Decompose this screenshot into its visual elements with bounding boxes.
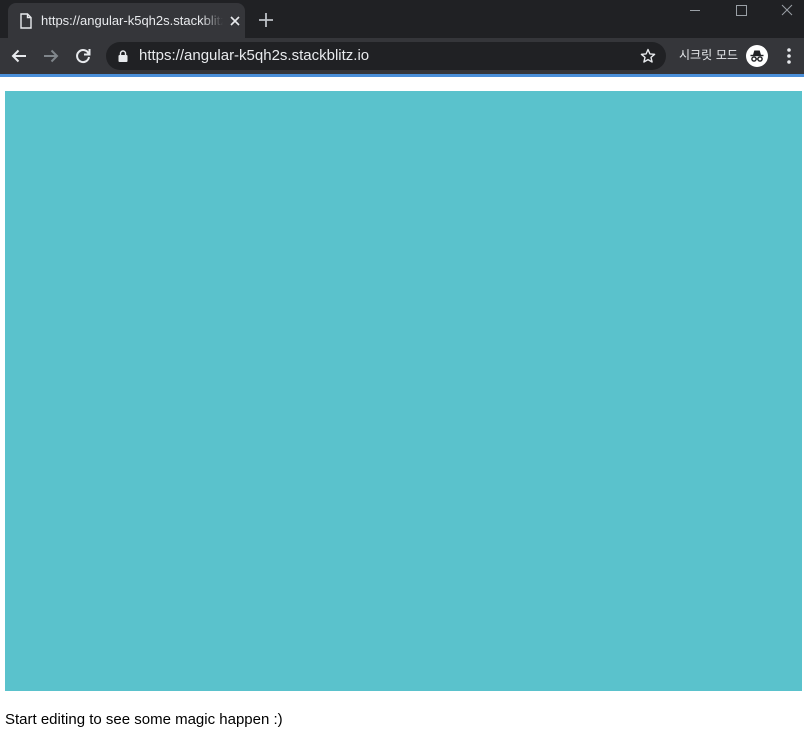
- address-bar[interactable]: https://angular-k5qh2s.stackblitz.io: [106, 42, 666, 70]
- incognito-icon[interactable]: [746, 45, 768, 67]
- url-text[interactable]: https://angular-k5qh2s.stackblitz.io: [139, 48, 369, 64]
- tab-strip: https://angular-k5qh2s.stackblitz.io: [0, 0, 804, 38]
- magic-message: Start editing to see some magic happen :…: [5, 711, 283, 728]
- page-content: Start editing to see some magic happen :…: [0, 77, 804, 737]
- browser-toolbar: https://angular-k5qh2s.stackblitz.io 시크릿…: [0, 38, 804, 74]
- document-icon: [20, 13, 32, 29]
- lock-icon[interactable]: [118, 50, 128, 62]
- maximize-icon[interactable]: [718, 0, 764, 22]
- teal-box: [5, 91, 802, 691]
- close-tab-icon[interactable]: [228, 14, 242, 28]
- forward-arrow-icon[interactable]: [41, 46, 61, 66]
- bookmark-star-icon[interactable]: [640, 48, 656, 64]
- browser-tab[interactable]: https://angular-k5qh2s.stackblitz.io: [8, 3, 245, 38]
- incognito-label: 시크릿 모드: [679, 48, 739, 62]
- tab-title: https://angular-k5qh2s.stackblitz.io: [41, 13, 223, 28]
- reload-icon[interactable]: [73, 46, 93, 66]
- new-tab-icon[interactable]: [256, 10, 276, 30]
- window-close-icon[interactable]: [764, 0, 804, 22]
- browser-window: https://angular-k5qh2s.stackblitz.io htt…: [0, 0, 804, 77]
- back-arrow-icon[interactable]: [9, 46, 29, 66]
- more-menu-icon[interactable]: [782, 46, 796, 66]
- minimize-icon[interactable]: [672, 0, 718, 22]
